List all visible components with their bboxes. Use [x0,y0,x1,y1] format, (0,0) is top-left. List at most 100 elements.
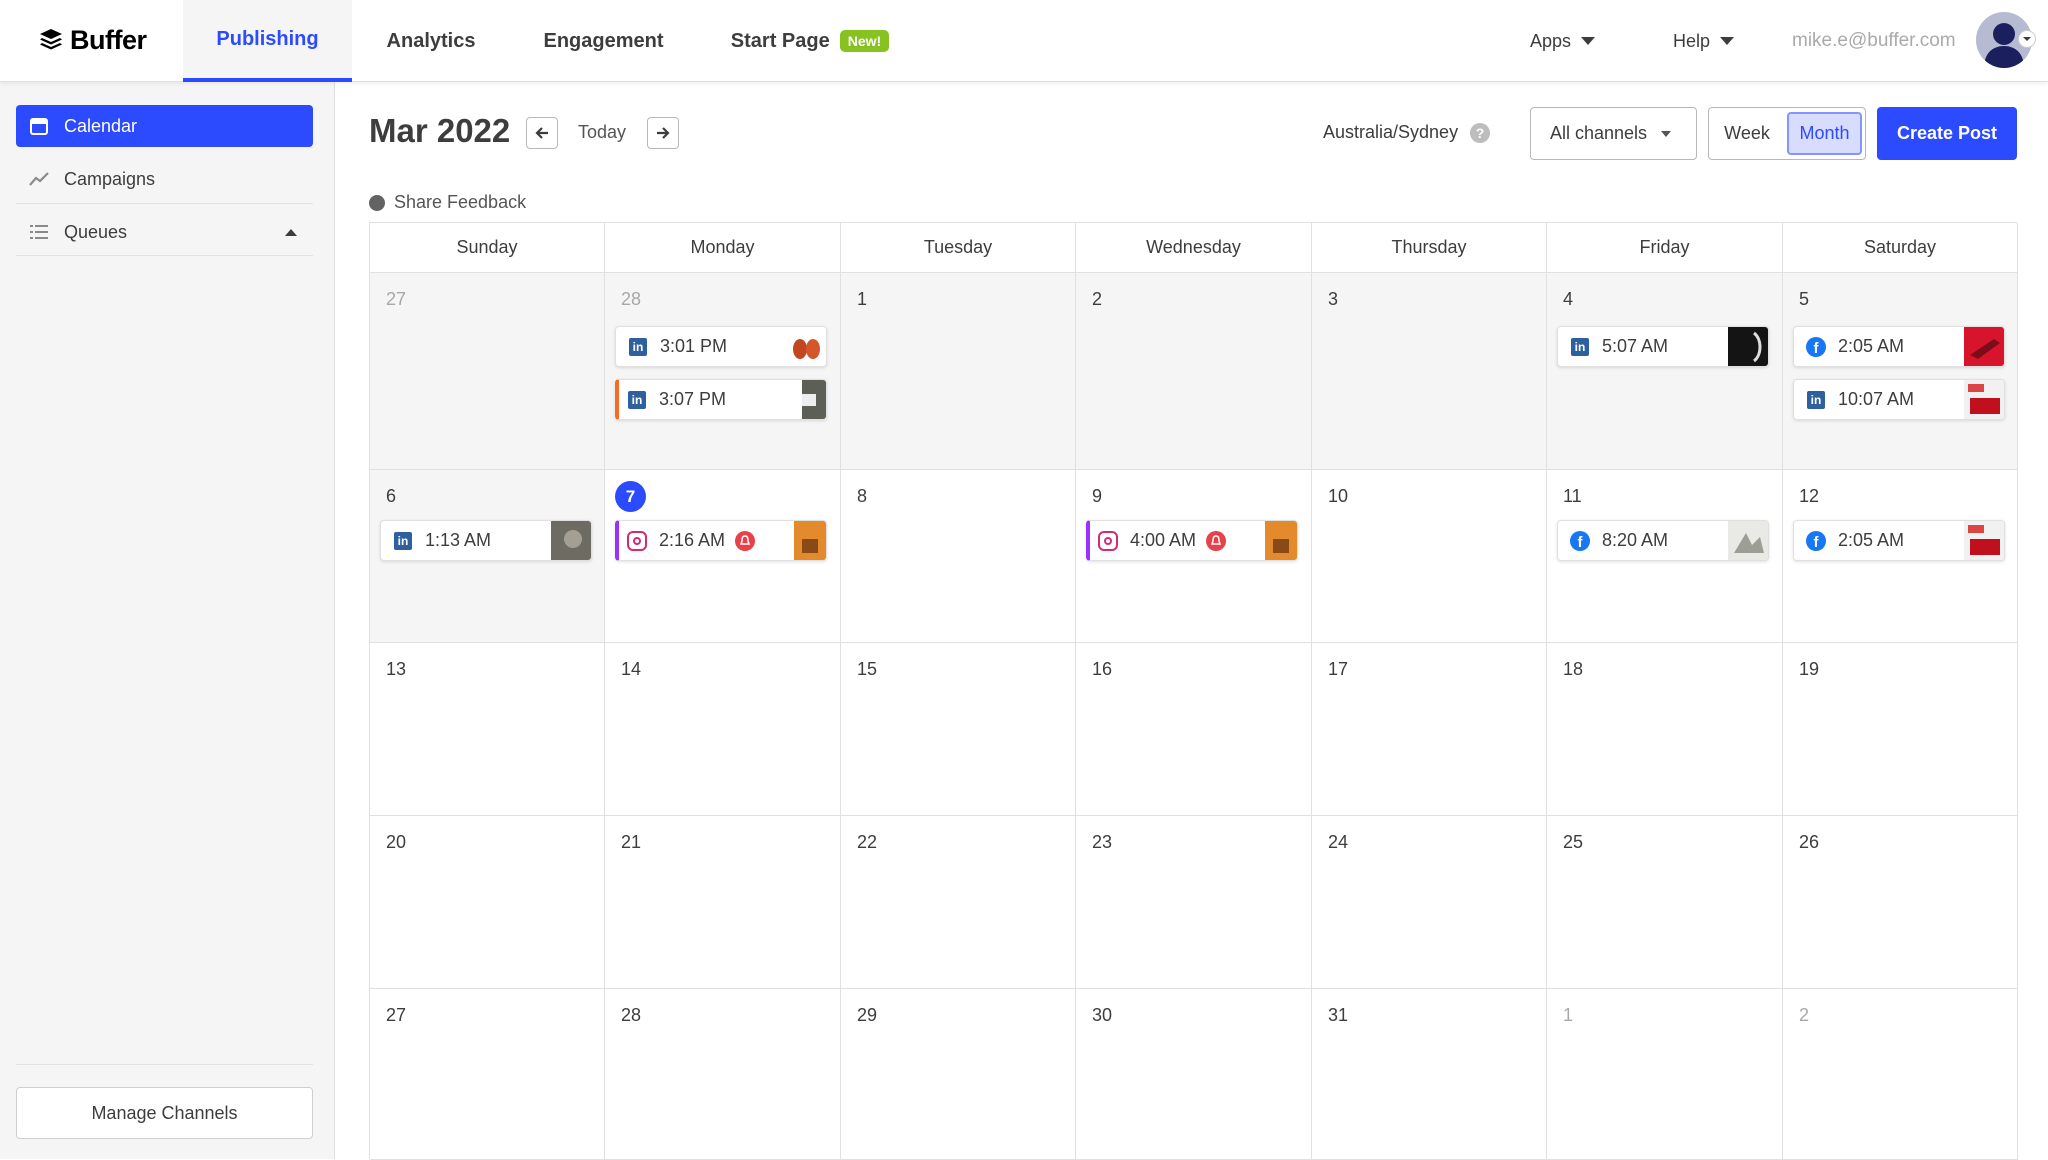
day-cell[interactable]: 20 [370,816,605,989]
tab-engagement[interactable]: Engagement [530,0,677,82]
post-card[interactable]: in 1:13 AM [380,520,592,561]
sidebar-item-calendar[interactable]: Calendar [16,105,313,147]
post-thumbnail [1265,521,1297,560]
day-cell[interactable]: 17 [1312,643,1547,816]
weekday-header: Friday [1547,223,1783,273]
day-number: 29 [857,1005,878,1025]
day-cell[interactable]: 28 in 3:01 PM in 3:07 PM [605,273,841,470]
day-cell[interactable]: 14 [605,643,841,816]
day-cell[interactable]: 18 [1547,643,1783,816]
day-cell[interactable]: 1 [1547,989,1783,1160]
day-cell[interactable]: 2 [1076,273,1312,470]
day-cell[interactable]: 4 in 5:07 AM [1547,273,1783,470]
post-card[interactable]: f 2:05 AM [1793,520,2005,561]
day-number: 5 [1799,289,1810,309]
linkedin-icon: in [1806,390,1826,410]
day-cell[interactable]: 19 [1783,643,2018,816]
apps-menu[interactable]: Apps [1530,0,1596,82]
day-cell[interactable]: 27 [370,989,605,1160]
tab-start-page[interactable]: Start Page New! [720,0,900,82]
day-cell[interactable]: 1 [841,273,1076,470]
day-cell[interactable]: 25 [1547,816,1783,989]
instagram-icon [1098,530,1118,551]
day-number: 23 [1092,832,1113,852]
linkedin-icon: in [627,390,647,410]
day-cell[interactable]: 23 [1076,816,1312,989]
help-icon[interactable]: ? [1470,122,1491,143]
linkedin-icon: in [1570,337,1590,357]
day-number: 10 [1328,486,1349,506]
day-number: 27 [386,1005,407,1025]
day-cell[interactable]: 15 [841,643,1076,816]
sidebar-item-queues[interactable]: Queues [16,211,313,253]
day-cell[interactable]: 30 [1076,989,1312,1160]
day-cell[interactable]: 24 [1312,816,1547,989]
post-thumbnail [786,327,826,366]
month-view-button[interactable]: Month [1787,112,1862,155]
day-cell[interactable]: 5 f 2:05 AM in 10:07 AM [1783,273,2018,470]
channels-select[interactable]: All channels [1530,107,1697,160]
tab-engagement-label: Engagement [543,29,664,52]
previous-month-button[interactable] [526,117,558,149]
create-post-button[interactable]: Create Post [1877,107,2017,160]
day-cell[interactable]: 3 [1312,273,1547,470]
next-month-button[interactable] [647,117,679,149]
sidebar-item-campaigns[interactable]: Campaigns [16,158,313,200]
day-cell[interactable]: 9 4:00 AM [1076,470,1312,643]
day-cell[interactable]: 7 2:16 AM [605,470,841,643]
manage-channels-button[interactable]: Manage Channels [16,1087,313,1139]
buffer-logo-icon [40,29,62,50]
post-card[interactable]: in 5:07 AM [1557,326,1769,367]
post-card[interactable]: f 2:05 AM [1793,326,2005,367]
day-number: 2 [1092,289,1103,309]
day-cell[interactable]: 29 [841,989,1076,1160]
day-cell[interactable]: 10 [1312,470,1547,643]
post-card[interactable]: 4:00 AM [1086,520,1298,561]
day-cell[interactable]: 22 [841,816,1076,989]
logo-text: Buffer [70,24,147,55]
buffer-logo[interactable]: Buffer [38,22,147,58]
post-card[interactable]: 2:16 AM [615,520,827,561]
day-cell[interactable]: 16 [1076,643,1312,816]
day-number: 27 [386,289,407,309]
day-cell[interactable]: 12 f 2:05 AM [1783,470,2018,643]
chevron-down-icon [1720,37,1735,45]
day-cell[interactable]: 26 [1783,816,2018,989]
day-cell[interactable]: 6 in 1:13 AM [370,470,605,643]
day-cell[interactable]: 31 [1312,989,1547,1160]
day-cell[interactable]: 28 [605,989,841,1160]
tab-publishing[interactable]: Publishing [183,0,352,82]
calendar-icon [28,115,50,137]
instagram-icon [627,530,647,551]
day-cell[interactable]: 27 [370,273,605,470]
day-cell[interactable]: 11 f 8:20 AM [1547,470,1783,643]
help-menu[interactable]: Help [1673,0,1735,82]
day-cell[interactable]: 21 [605,816,841,989]
list-icon [28,221,50,243]
timezone-label: Australia/Sydney [1323,122,1459,142]
post-card[interactable]: in 10:07 AM [1793,379,2005,420]
day-cell[interactable]: 8 [841,470,1076,643]
share-feedback-link[interactable]: Share Feedback [369,192,526,213]
day-cell[interactable]: 2 [1783,989,2018,1160]
account-menu-toggle[interactable] [2018,30,2036,48]
day-number: 26 [1799,832,1820,852]
feedback-icon [369,194,385,211]
post-card[interactable]: in 3:07 PM [615,379,827,420]
weekday-header: Monday [605,223,841,273]
day-number: 18 [1563,659,1584,679]
facebook-icon: f [1806,336,1826,357]
tab-publishing-label: Publishing [216,27,319,50]
facebook-icon: f [1570,530,1590,551]
bell-icon [735,530,756,551]
day-number: 19 [1799,659,1820,679]
day-cell[interactable]: 13 [370,643,605,816]
day-number: 25 [1563,832,1584,852]
today-button[interactable]: Today [578,122,626,143]
tab-analytics[interactable]: Analytics [372,0,490,82]
week-view-button[interactable]: Week [1709,108,1785,159]
chevron-up-icon [285,228,297,236]
post-time: 3:07 PM [659,389,727,409]
post-card[interactable]: f 8:20 AM [1557,520,1769,561]
post-card[interactable]: in 3:01 PM [615,326,827,367]
